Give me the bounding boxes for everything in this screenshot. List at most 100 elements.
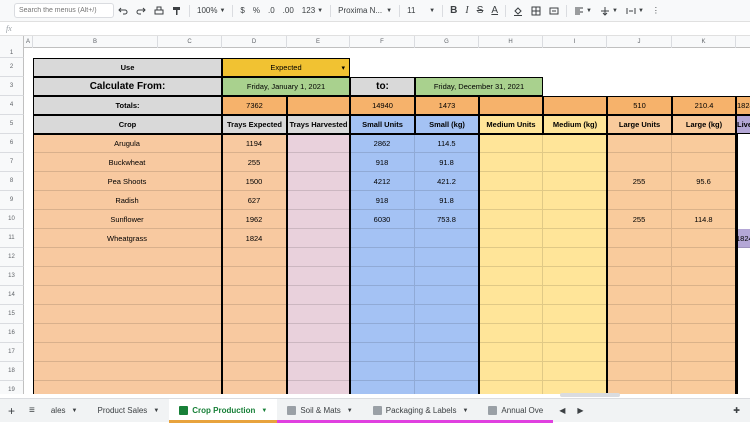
- data-cell[interactable]: [287, 381, 350, 394]
- data-cell[interactable]: [736, 248, 737, 267]
- data-cell[interactable]: [350, 381, 415, 394]
- data-cell[interactable]: [672, 381, 736, 394]
- data-cell[interactable]: [543, 153, 607, 172]
- crop-name-cell[interactable]: [33, 381, 222, 394]
- crop-name-cell[interactable]: [33, 267, 222, 286]
- data-cell[interactable]: [736, 324, 737, 343]
- data-cell[interactable]: 91.8: [415, 191, 479, 210]
- add-sheet-icon[interactable]: +: [0, 399, 23, 423]
- tab-crop-production[interactable]: Crop Production ▼: [169, 398, 278, 423]
- data-cell[interactable]: [736, 172, 737, 191]
- data-cell[interactable]: 918: [350, 191, 415, 210]
- data-cell[interactable]: [415, 381, 479, 394]
- data-cell[interactable]: [479, 343, 543, 362]
- crop-name-cell[interactable]: Pea Shoots: [33, 172, 222, 191]
- print-icon[interactable]: [150, 3, 168, 19]
- row-header-3[interactable]: 3: [0, 77, 24, 96]
- data-cell[interactable]: [672, 229, 736, 248]
- data-cell[interactable]: [479, 381, 543, 394]
- increase-decimal-button[interactable]: .00: [279, 3, 298, 19]
- row-header-12[interactable]: 12: [0, 248, 24, 267]
- data-cell[interactable]: [222, 343, 287, 362]
- scroll-tabs-right-icon[interactable]: ▶: [571, 399, 589, 423]
- number-format-select[interactable]: 123 ▼: [298, 3, 327, 19]
- data-cell[interactable]: [736, 381, 737, 394]
- data-cell[interactable]: 2862: [350, 134, 415, 153]
- data-cell[interactable]: [222, 248, 287, 267]
- data-cell[interactable]: [350, 362, 415, 381]
- paint-format-icon[interactable]: [168, 3, 186, 19]
- row-header-9[interactable]: 9: [0, 191, 24, 210]
- data-cell[interactable]: [415, 324, 479, 343]
- data-cell[interactable]: 255: [607, 210, 672, 229]
- data-cell[interactable]: 255: [222, 153, 287, 172]
- data-cell[interactable]: 4212: [350, 172, 415, 191]
- formula-input[interactable]: [26, 23, 750, 35]
- data-cell[interactable]: 91.8: [415, 153, 479, 172]
- data-cell[interactable]: [222, 305, 287, 324]
- data-cell[interactable]: [607, 153, 672, 172]
- data-cell[interactable]: [607, 248, 672, 267]
- data-cell[interactable]: 421.2: [415, 172, 479, 191]
- crop-name-cell[interactable]: Arugula: [33, 134, 222, 153]
- data-cell[interactable]: [736, 362, 737, 381]
- data-cell[interactable]: [287, 305, 350, 324]
- crop-name-cell[interactable]: [33, 305, 222, 324]
- data-cell[interactable]: 95.6: [672, 172, 736, 191]
- merge-cells-icon[interactable]: [545, 3, 563, 19]
- data-cell[interactable]: [479, 248, 543, 267]
- data-cell[interactable]: [287, 286, 350, 305]
- data-cell[interactable]: [222, 267, 287, 286]
- crop-name-cell[interactable]: Wheatgrass: [33, 229, 222, 248]
- crop-name-cell[interactable]: Sunflower: [33, 210, 222, 229]
- all-sheets-icon[interactable]: ≡: [23, 399, 41, 423]
- data-cell[interactable]: [415, 343, 479, 362]
- data-cell[interactable]: [479, 210, 543, 229]
- data-cell[interactable]: [287, 229, 350, 248]
- data-cell[interactable]: [543, 343, 607, 362]
- data-cell[interactable]: [479, 191, 543, 210]
- column-header-g[interactable]: G: [415, 36, 479, 48]
- data-cell[interactable]: [479, 172, 543, 191]
- row-header-11[interactable]: 11: [0, 229, 24, 248]
- data-cell[interactable]: [736, 343, 737, 362]
- row-header-2[interactable]: 2: [0, 58, 24, 77]
- data-cell[interactable]: [672, 134, 736, 153]
- use-dropdown[interactable]: Expected ▾: [222, 58, 350, 77]
- data-cell[interactable]: [287, 343, 350, 362]
- currency-button[interactable]: $: [236, 3, 248, 19]
- data-cell[interactable]: [287, 172, 350, 191]
- tab-sales[interactable]: ales ▼: [41, 399, 88, 423]
- data-cell[interactable]: [479, 305, 543, 324]
- column-header-i[interactable]: I: [543, 36, 607, 48]
- data-cell[interactable]: [607, 267, 672, 286]
- data-cell[interactable]: [350, 324, 415, 343]
- select-all-corner[interactable]: [0, 36, 24, 48]
- data-cell[interactable]: [672, 305, 736, 324]
- data-cell[interactable]: [543, 267, 607, 286]
- data-cell[interactable]: [479, 324, 543, 343]
- row-header-10[interactable]: 10: [0, 210, 24, 229]
- row-header-4[interactable]: 4: [0, 96, 24, 115]
- redo-icon[interactable]: [132, 3, 150, 19]
- borders-icon[interactable]: [527, 3, 545, 19]
- data-cell[interactable]: 1824: [222, 229, 287, 248]
- data-cell[interactable]: 6030: [350, 210, 415, 229]
- data-cell[interactable]: [415, 305, 479, 324]
- data-cell[interactable]: [736, 305, 737, 324]
- data-cell[interactable]: [543, 191, 607, 210]
- data-cell[interactable]: [736, 286, 737, 305]
- data-cell[interactable]: 1962: [222, 210, 287, 229]
- data-cell[interactable]: [479, 229, 543, 248]
- row-header-14[interactable]: 14: [0, 286, 24, 305]
- data-cell[interactable]: 918: [350, 153, 415, 172]
- row-header-17[interactable]: 17: [0, 343, 24, 362]
- data-cell[interactable]: [607, 324, 672, 343]
- tab-soil-mats[interactable]: Soil & Mats ▼: [277, 399, 364, 423]
- vertical-align-icon[interactable]: ▼: [596, 3, 622, 19]
- data-cell[interactable]: [350, 305, 415, 324]
- data-cell[interactable]: [287, 134, 350, 153]
- row-header-8[interactable]: 8: [0, 172, 24, 191]
- crop-name-cell[interactable]: [33, 324, 222, 343]
- data-cell[interactable]: [287, 210, 350, 229]
